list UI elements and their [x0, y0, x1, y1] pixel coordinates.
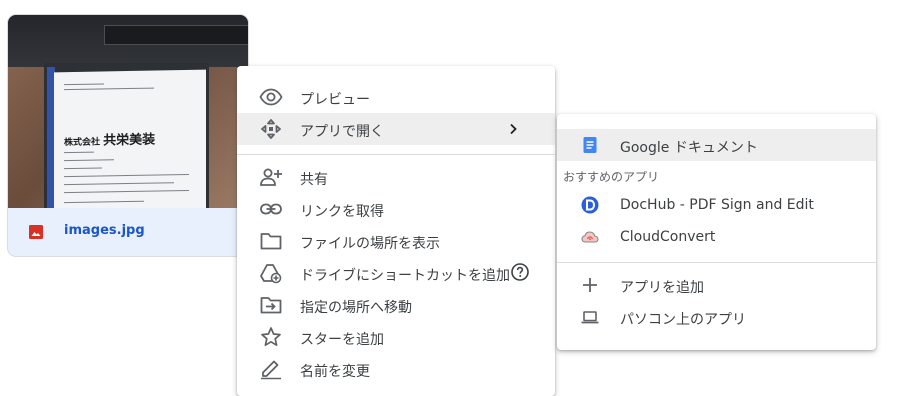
menu-item-get-link[interactable]: リンクを取得	[237, 193, 555, 225]
move-to-folder-icon	[260, 297, 282, 314]
add-shortcut-icon	[260, 264, 282, 284]
submenu-item-label: CloudConvert	[620, 229, 716, 245]
link-icon	[260, 203, 282, 215]
submenu-item-google-docs[interactable]: Google ドキュメント	[557, 129, 876, 161]
pencil-icon	[261, 360, 281, 380]
laptop-icon	[581, 311, 599, 324]
menu-item-label: ファイルの場所を表示	[300, 236, 440, 252]
menu-divider	[237, 154, 555, 155]
menu-item-label: リンクを取得	[300, 204, 384, 220]
menu-item-label: 共有	[300, 172, 328, 188]
open-with-submenu: Google ドキュメント おすすめのアプリ DocHub - PDF Sign…	[557, 114, 876, 350]
dochub-icon	[581, 196, 599, 214]
submenu-item-add-app[interactable]: アプリを追加	[557, 269, 876, 301]
image-file-icon	[29, 225, 43, 239]
open-with-icon	[261, 119, 281, 139]
menu-item-add-star[interactable]: スターを追加	[237, 321, 555, 353]
menu-item-label: 指定の場所へ移動	[300, 300, 412, 316]
context-menu: プレビュー アプリで開く 共有 リンクを取得 ファイルの場所を表示 ドライブにシ…	[237, 66, 555, 396]
submenu-item-label: パソコン上のアプリ	[620, 312, 746, 328]
folder-icon	[260, 233, 282, 250]
submenu-item-label: DocHub - PDF Sign and Edit	[620, 197, 814, 213]
submenu-item-label: アプリを追加	[620, 280, 704, 296]
menu-item-label: 名前を変更	[300, 364, 370, 380]
submenu-item-computer-apps[interactable]: パソコン上のアプリ	[557, 301, 876, 333]
card-company-prefix: 株式会社	[64, 137, 101, 149]
person-add-icon	[260, 168, 282, 186]
google-docs-icon	[583, 137, 597, 153]
file-name-row[interactable]: images.jpg	[8, 208, 248, 256]
card-company-name: 共栄美装	[103, 132, 156, 149]
plus-icon	[583, 278, 597, 292]
file-name: images.jpg	[64, 223, 145, 238]
menu-item-open-with[interactable]: アプリで開く	[237, 113, 555, 145]
submenu-item-cloudconvert[interactable]: CloudConvert	[557, 221, 876, 253]
help-circle-icon[interactable]	[511, 263, 529, 281]
thumbnail-background	[8, 15, 248, 67]
file-card[interactable]: 株式会社 共栄美装 images.jpg	[8, 15, 248, 256]
file-thumbnail: 株式会社 共栄美装	[8, 15, 248, 208]
menu-item-label: アプリで開く	[300, 124, 384, 140]
menu-item-label: プレビュー	[300, 92, 370, 108]
business-card-photo: 株式会社 共栄美装	[54, 69, 206, 208]
submenu-divider	[557, 262, 876, 263]
menu-item-add-shortcut[interactable]: ドライブにショートカットを追加	[237, 257, 555, 289]
menu-item-move-to[interactable]: 指定の場所へ移動	[237, 289, 555, 321]
star-outline-icon	[261, 327, 281, 347]
eye-icon	[259, 88, 283, 106]
submenu-item-label: Google ドキュメント	[620, 140, 758, 156]
suggested-apps-heading: おすすめのアプリ	[563, 170, 660, 184]
submenu-item-dochub[interactable]: DocHub - PDF Sign and Edit	[557, 189, 876, 221]
chevron-right-icon	[510, 123, 517, 135]
menu-item-label: ドライブにショートカットを追加	[300, 268, 510, 284]
menu-item-preview[interactable]: プレビュー	[237, 81, 555, 113]
cloudconvert-icon	[581, 231, 599, 243]
menu-item-share[interactable]: 共有	[237, 161, 555, 193]
menu-item-rename[interactable]: 名前を変更	[237, 353, 555, 385]
menu-item-label: スターを追加	[300, 332, 384, 348]
menu-item-show-location[interactable]: ファイルの場所を表示	[237, 225, 555, 257]
